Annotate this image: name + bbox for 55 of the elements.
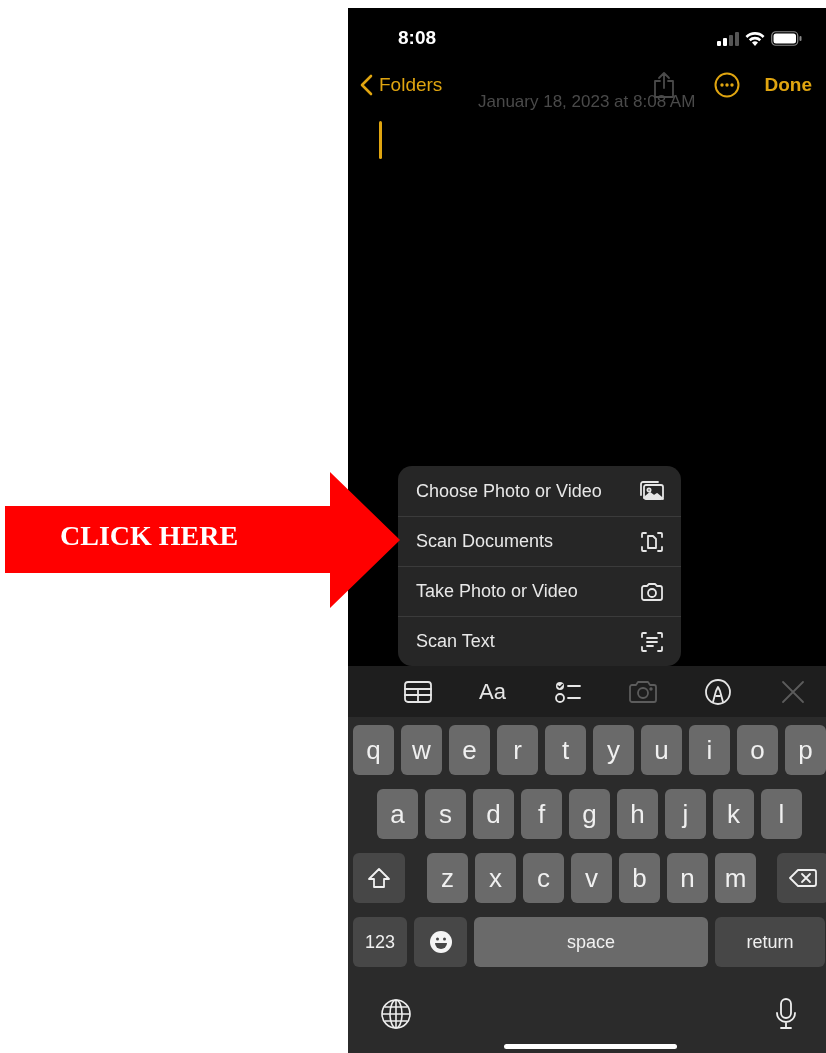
key[interactable]: c <box>523 853 564 903</box>
more-icon[interactable] <box>713 72 740 98</box>
callout-label: CLICK HERE <box>60 522 239 550</box>
key[interactable]: y <box>593 725 634 775</box>
key[interactable]: k <box>713 789 754 839</box>
photos-icon <box>639 479 665 503</box>
key[interactable]: r <box>497 725 538 775</box>
numbers-key[interactable]: 123 <box>353 917 407 967</box>
key[interactable]: s <box>425 789 466 839</box>
key[interactable]: w <box>401 725 442 775</box>
chevron-left-icon <box>360 74 373 96</box>
signal-icon <box>717 31 739 46</box>
space-key[interactable]: space <box>474 917 708 967</box>
shift-key[interactable] <box>353 853 405 903</box>
shift-icon <box>367 867 391 889</box>
key[interactable]: j <box>665 789 706 839</box>
menu-item[interactable]: Take Photo or Video <box>398 566 681 616</box>
key[interactable]: i <box>689 725 730 775</box>
menu-item[interactable]: Choose Photo or Video <box>398 466 681 516</box>
key[interactable]: o <box>737 725 778 775</box>
smiley-icon <box>428 930 453 954</box>
key[interactable]: h <box>617 789 658 839</box>
key[interactable]: v <box>571 853 612 903</box>
battery-icon <box>771 31 802 46</box>
text-format-button[interactable]: Aa <box>479 680 506 703</box>
key[interactable]: l <box>761 789 802 839</box>
key[interactable]: e <box>449 725 490 775</box>
wifi-icon <box>745 31 765 46</box>
globe-icon[interactable] <box>380 998 412 1030</box>
status-time: 8:08 <box>398 26 437 51</box>
key[interactable]: b <box>619 853 660 903</box>
key[interactable]: p <box>785 725 826 775</box>
key[interactable]: z <box>427 853 468 903</box>
key[interactable]: f <box>521 789 562 839</box>
key[interactable]: n <box>667 853 708 903</box>
key[interactable]: m <box>715 853 756 903</box>
key[interactable]: a <box>377 789 418 839</box>
done-button[interactable]: Done <box>764 70 812 100</box>
menu-item[interactable]: Scan Documents <box>398 516 681 566</box>
delete-key[interactable] <box>777 853 826 903</box>
key[interactable]: d <box>473 789 514 839</box>
back-button[interactable]: Folders <box>360 70 443 100</box>
microphone-icon[interactable] <box>774 997 798 1031</box>
return-key[interactable]: return <box>715 917 825 967</box>
text-cursor <box>379 121 382 159</box>
key[interactable]: u <box>641 725 682 775</box>
key[interactable]: q <box>353 725 394 775</box>
pen-tip-icon[interactable] <box>702 677 733 706</box>
key[interactable]: x <box>475 853 516 903</box>
delete-icon <box>789 868 817 888</box>
emoji-key[interactable] <box>414 917 467 967</box>
scan-document-icon <box>639 529 665 554</box>
key[interactable]: g <box>569 789 610 839</box>
scan-text-icon <box>639 629 665 654</box>
key[interactable]: t <box>545 725 586 775</box>
